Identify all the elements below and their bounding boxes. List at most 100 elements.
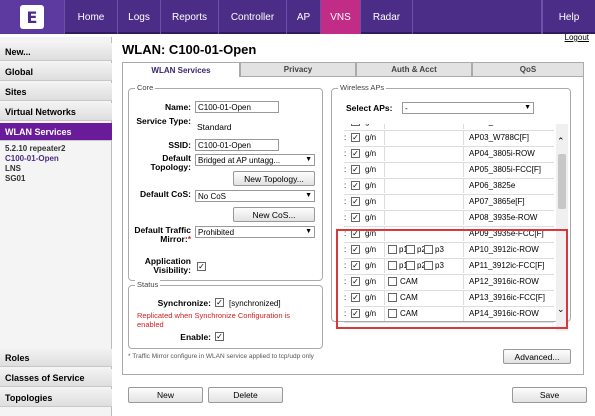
default-cos-label: Default CoS:	[140, 189, 191, 199]
new-button[interactable]: New	[128, 387, 203, 403]
nav-controller[interactable]: Controller	[218, 0, 286, 34]
traffic-mirror-value: Prohibited	[198, 227, 235, 237]
required-marker: *	[187, 234, 191, 244]
ap-radio-mode: g/n	[365, 149, 377, 158]
wlan-item-lns[interactable]: LNS	[5, 164, 21, 173]
synchronize-checkbox[interactable]: ✓	[215, 298, 224, 307]
ap-select-checkbox[interactable]: ✓	[351, 149, 360, 158]
status-legend: Status	[135, 280, 161, 289]
sidebar-item-wlan-services[interactable]: WLAN Services	[0, 123, 112, 141]
logout-link[interactable]: Logout	[565, 33, 589, 42]
ap-row: : ✓ g/n AP06_3825e	[344, 178, 554, 195]
page-title: WLAN: C100-01-Open	[122, 42, 257, 57]
default-topology-value: Bridged at AP untagg...	[198, 155, 281, 165]
chevron-down-icon: ▼	[305, 192, 312, 199]
ap-row: : ✓ g/n AP05_3805i-FCC[F]	[344, 162, 554, 179]
traffic-mirror-label-text: Default Traffic Mirror:	[134, 225, 191, 244]
nav-home[interactable]: Home	[64, 0, 117, 34]
wlan-item-c100-01-open[interactable]: C100-01-Open	[5, 154, 59, 163]
core-legend: Core	[135, 83, 156, 92]
ap-row: : ✓ g/n AP03_W788C[F]	[344, 130, 554, 147]
ap-row-separator: :	[344, 133, 347, 142]
sidebar-item-roles[interactable]: Roles	[0, 349, 112, 367]
sidebar-item-classes-of-service[interactable]: Classes of Service	[0, 369, 112, 387]
select-aps-label: Select APs:	[346, 103, 393, 113]
sidebar-item-global[interactable]: Global	[0, 63, 112, 81]
nav-vns[interactable]: VNS	[320, 0, 360, 34]
ap-radio-mode: g/n	[365, 124, 376, 126]
sidebar-item-topologies[interactable]: Topologies	[0, 389, 112, 407]
service-type-label: Service Type:	[136, 116, 191, 126]
tab-auth-acct[interactable]: Auth & Acct	[356, 62, 472, 77]
ap-options-cell	[384, 195, 464, 209]
default-topology-label: Default Topology:	[150, 153, 191, 172]
sidebar-item-new[interactable]: New...	[0, 43, 112, 61]
wlan-item-sg01[interactable]: SG01	[5, 174, 25, 183]
ap-select-checkbox[interactable]: ✓	[351, 197, 360, 206]
logo[interactable]: E	[0, 0, 64, 34]
wireless-aps-legend: Wireless APs	[338, 83, 387, 92]
tab-qos[interactable]: QoS	[472, 62, 584, 77]
ap-row: : ✓ g/n AP07_3865e[F]	[344, 194, 554, 211]
nav-help[interactable]: Help	[542, 0, 595, 34]
ap-name: AP02_3705i	[469, 124, 513, 126]
save-button[interactable]: Save	[512, 387, 587, 403]
chevron-up-icon[interactable]: ⌃	[557, 136, 565, 147]
ap-select-checkbox[interactable]: ✓	[351, 133, 360, 142]
ap-options-cell	[384, 163, 464, 177]
ap-name: AP08_3935e-ROW	[469, 213, 538, 222]
replicated-note: Replicated when Synchronize Configuratio…	[137, 311, 291, 329]
ap-row-separator: :	[344, 124, 346, 126]
tab-privacy[interactable]: Privacy	[240, 62, 356, 77]
tab-bar: WLAN Services Privacy Auth & Acct QoS	[122, 62, 584, 77]
scroll-thumb[interactable]	[558, 154, 566, 209]
ssid-input[interactable]: C100-01-Open	[195, 139, 279, 151]
nav-reports[interactable]: Reports	[160, 0, 218, 34]
delete-button[interactable]: Delete	[208, 387, 283, 403]
ap-row-separator: :	[344, 165, 347, 174]
new-cos-button[interactable]: New CoS...	[233, 207, 315, 222]
tab-wlan-services[interactable]: WLAN Services	[122, 62, 240, 77]
nav-logs[interactable]: Logs	[117, 0, 160, 34]
nav-ap[interactable]: AP	[286, 0, 320, 34]
traffic-mirror-select[interactable]: Prohibited ▼	[195, 226, 315, 238]
nav-spacer	[412, 0, 542, 34]
ap-radio-mode: g/n	[365, 181, 377, 190]
ap-options-cell	[384, 131, 464, 145]
sidebar-item-sites[interactable]: Sites	[0, 83, 112, 101]
ap-options-cell	[384, 179, 464, 193]
default-cos-value: No CoS	[198, 191, 227, 201]
sidebar-item-virtual-networks[interactable]: Virtual Networks	[0, 103, 112, 121]
synchronize-label: Synchronize:	[157, 298, 211, 308]
chevron-down-icon: ▼	[524, 104, 531, 111]
ap-select-checkbox[interactable]: ✓	[351, 213, 360, 222]
ap-select-checkbox[interactable]: ✓	[351, 181, 360, 190]
ap-name: AP04_3805i-ROW	[469, 149, 535, 158]
ap-row-separator: :	[344, 213, 347, 222]
new-topology-button[interactable]: New Topology...	[233, 171, 315, 186]
default-cos-select[interactable]: No CoS ▼	[195, 190, 315, 202]
ap-select-checkbox[interactable]: ✓	[351, 165, 360, 174]
nav-radar[interactable]: Radar	[360, 0, 412, 34]
app-visibility-label: Application Visibility:	[144, 256, 191, 275]
ap-row-separator: :	[344, 197, 347, 206]
advanced-button[interactable]: Advanced...	[503, 349, 571, 364]
select-aps-dropdown[interactable]: - ▼	[402, 102, 534, 114]
ap-name: AP05_3805i-FCC[F]	[469, 165, 542, 174]
ap-select-checkbox[interactable]: ✓	[351, 124, 360, 126]
wlan-item-repeater2[interactable]: 5.2.10 repeater2	[5, 144, 66, 153]
ap-name: AP03_W788C[F]	[469, 133, 530, 142]
default-topology-select[interactable]: Bridged at AP untagg... ▼	[195, 154, 315, 166]
traffic-mirror-footnote: * Traffic Mirror configure in WLAN servi…	[128, 353, 314, 360]
synchronized-status: [synchronized]	[229, 299, 281, 308]
ap-radio-mode: g/n	[365, 213, 377, 222]
ap-name: AP06_3825e	[469, 181, 516, 190]
ap-options-cell	[384, 211, 464, 225]
name-label: Name:	[165, 102, 191, 112]
app-visibility-checkbox[interactable]: ✓	[197, 262, 206, 271]
name-input[interactable]: C100-01-Open	[195, 101, 279, 113]
logo-icon: E	[20, 5, 44, 29]
service-type-value: Standard	[197, 122, 232, 132]
ap-options-cell	[384, 147, 464, 161]
enable-checkbox[interactable]: ✓	[215, 332, 224, 341]
